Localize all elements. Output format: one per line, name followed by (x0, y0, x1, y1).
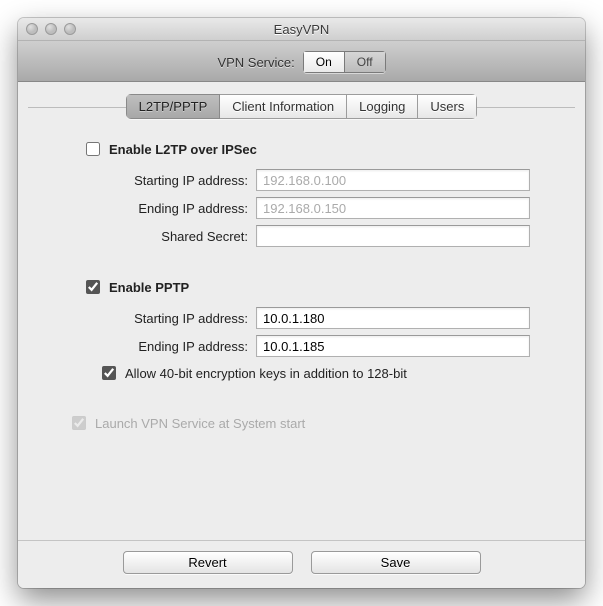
window-title: EasyVPN (18, 22, 585, 37)
allow-40bit-label[interactable]: Allow 40-bit encryption keys in addition… (125, 366, 407, 381)
save-button[interactable]: Save (311, 551, 481, 574)
pptp-end-ip-label: Ending IP address: (48, 339, 256, 354)
vpn-service-label: VPN Service: (217, 55, 294, 70)
launch-row: Launch VPN Service at System start (68, 413, 555, 433)
minimize-icon[interactable] (45, 23, 57, 35)
titlebar: EasyVPN (18, 18, 585, 41)
tab-client-information[interactable]: Client Information (220, 94, 347, 119)
tab-logging[interactable]: Logging (347, 94, 418, 119)
toggle-off[interactable]: Off (345, 51, 386, 73)
allow-40bit-checkbox[interactable] (102, 366, 116, 380)
pptp-end-ip-input[interactable] (256, 335, 530, 357)
enable-pptp-checkbox[interactable] (86, 280, 100, 294)
pptp-start-ip-label: Starting IP address: (48, 311, 256, 326)
tab-users[interactable]: Users (418, 94, 477, 119)
launch-at-start-checkbox[interactable] (72, 416, 86, 430)
pptp-start-ip-input[interactable] (256, 307, 530, 329)
enable-l2tp-checkbox[interactable] (86, 142, 100, 156)
pptp-section: Enable PPTP Starting IP address: Ending … (48, 277, 555, 383)
enable-pptp-label[interactable]: Enable PPTP (109, 280, 189, 295)
l2tp-end-ip-label: Ending IP address: (48, 201, 256, 216)
tab-content: Enable L2TP over IPSec Starting IP addre… (18, 119, 585, 540)
toolbar: VPN Service: On Off (18, 41, 585, 82)
close-icon[interactable] (26, 23, 38, 35)
l2tp-shared-secret-input[interactable] (256, 225, 530, 247)
tab-l2tp-pptp[interactable]: L2TP/PPTP (126, 94, 221, 119)
l2tp-section: Enable L2TP over IPSec Starting IP addre… (48, 139, 555, 247)
enable-l2tp-label[interactable]: Enable L2TP over IPSec (109, 142, 257, 157)
revert-button[interactable]: Revert (123, 551, 293, 574)
l2tp-end-ip-input[interactable] (256, 197, 530, 219)
traffic-lights (26, 23, 76, 35)
l2tp-shared-secret-label: Shared Secret: (48, 229, 256, 244)
l2tp-start-ip-label: Starting IP address: (48, 173, 256, 188)
toggle-on[interactable]: On (303, 51, 345, 73)
window: EasyVPN VPN Service: On Off L2TP/PPTP Cl… (18, 18, 585, 588)
l2tp-start-ip-input[interactable] (256, 169, 530, 191)
launch-at-start-label: Launch VPN Service at System start (95, 416, 305, 431)
footer: Revert Save (18, 540, 585, 588)
vpn-service-toggle[interactable]: On Off (303, 51, 386, 73)
zoom-icon[interactable] (64, 23, 76, 35)
tab-bar: L2TP/PPTP Client Information Logging Use… (18, 94, 585, 119)
